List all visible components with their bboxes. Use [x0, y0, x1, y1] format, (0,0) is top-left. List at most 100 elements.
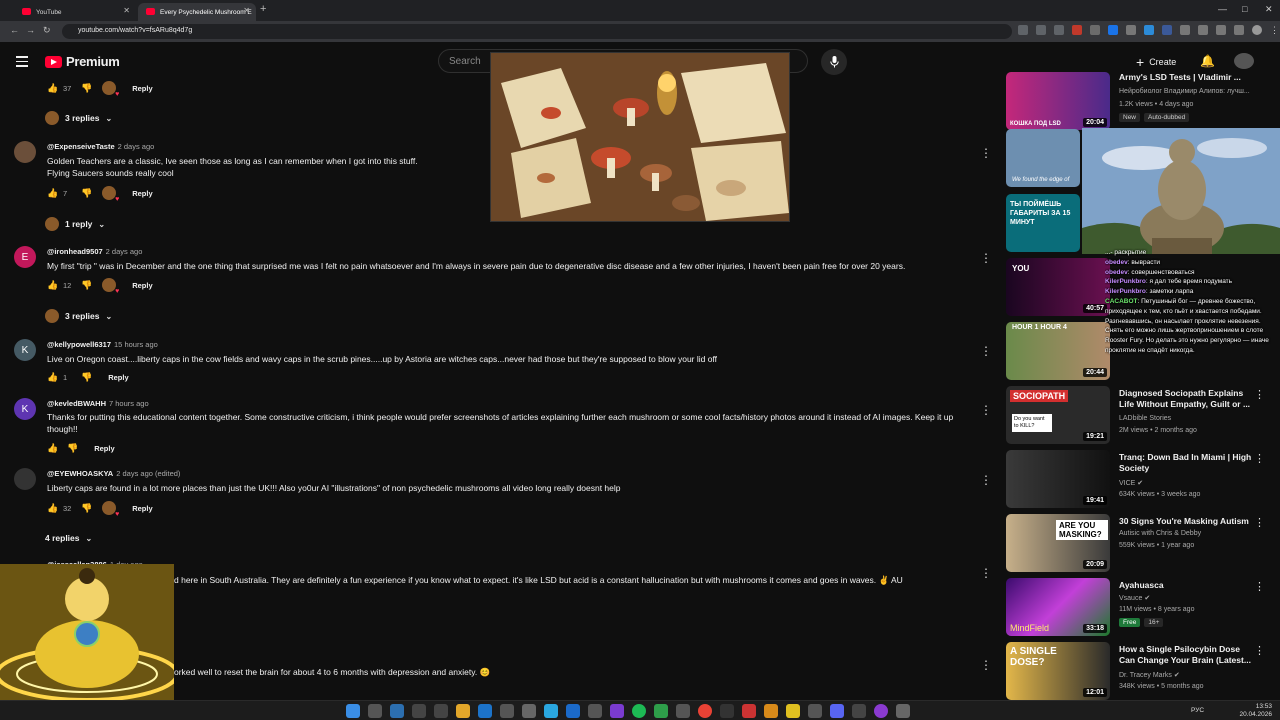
install-icon[interactable]: [1036, 25, 1046, 35]
app-icon[interactable]: [852, 704, 866, 718]
comment-menu-icon[interactable]: ⋮: [980, 251, 992, 265]
video-title[interactable]: Ayahuasca: [1119, 580, 1254, 591]
app-icon[interactable]: [588, 704, 602, 718]
replies-toggle[interactable]: 1 reply ⌄: [45, 216, 105, 232]
channel-name[interactable]: Dr. Tracey Marks ✔: [1119, 671, 1180, 679]
maximize-icon[interactable]: □: [1242, 4, 1247, 14]
close-icon[interactable]: ✕: [243, 6, 250, 15]
app-icon[interactable]: [874, 704, 888, 718]
reply-button[interactable]: Reply: [108, 373, 128, 382]
app-icon[interactable]: [610, 704, 624, 718]
video-thumbnail[interactable]: 19:41: [1006, 450, 1110, 508]
recommended-video[interactable]: КОШКА ПОД LSD 20:04 Army's LSD Tests | V…: [1006, 72, 1276, 130]
settings-gear-icon[interactable]: [896, 704, 910, 718]
clock[interactable]: 13:53 20.04.2026: [1239, 703, 1272, 719]
video-title[interactable]: Tranq: Down Bad In Miami | High Society: [1119, 452, 1254, 474]
language-indicator[interactable]: РУС: [1191, 707, 1204, 714]
recommended-video[interactable]: MindField 33:18 Ayahuasca Vsauce ✔ 11M v…: [1006, 578, 1276, 636]
zoom-icon[interactable]: [1018, 25, 1028, 35]
video-menu-icon[interactable]: ⋮: [1254, 388, 1265, 401]
search-icon[interactable]: [368, 704, 382, 718]
dislike-icon[interactable]: 👎: [81, 188, 92, 199]
comment-author[interactable]: @ironhead9507 2 days ago: [47, 247, 142, 256]
profile-icon[interactable]: [1252, 25, 1262, 35]
app-icon[interactable]: [720, 704, 734, 718]
video-thumbnail[interactable]: We found the edge of: [1006, 129, 1080, 187]
avatar[interactable]: E: [14, 246, 36, 268]
video-thumbnail[interactable]: MindField 33:18: [1006, 578, 1110, 636]
recommended-video[interactable]: 19:41 Tranq: Down Bad In Miami | High So…: [1006, 450, 1276, 508]
reply-button[interactable]: Reply: [132, 84, 152, 93]
extensions-puzzle-icon[interactable]: [1216, 25, 1226, 35]
dislike-icon[interactable]: 👎: [67, 443, 78, 454]
dislike-icon[interactable]: 👎: [81, 83, 92, 94]
channel-name[interactable]: Vsauce ✔: [1119, 594, 1150, 602]
app-icon[interactable]: [522, 704, 536, 718]
spotify-icon[interactable]: [632, 704, 646, 718]
comment-author[interactable]: @kevledBWAHH 7 hours ago: [47, 399, 149, 408]
video-title[interactable]: How a Single Psilocybin Dose Can Change …: [1119, 644, 1254, 666]
app-icon[interactable]: [786, 704, 800, 718]
extension-icon[interactable]: [1108, 25, 1118, 35]
url-field[interactable]: youtube.com/watch?v=fsARu8q4d7g: [62, 24, 1012, 39]
comment-menu-icon[interactable]: ⋮: [980, 473, 992, 487]
youtube-logo[interactable]: Premium: [45, 54, 120, 69]
recommended-video[interactable]: A SINGLE DOSE? 12:01 How a Single Psiloc…: [1006, 642, 1276, 700]
extension-icon[interactable]: [1144, 25, 1154, 35]
comment-author[interactable]: @EYEWHOASKYA 2 days ago (edited): [47, 469, 180, 478]
app-icon[interactable]: [478, 704, 492, 718]
video-thumbnail[interactable]: ARE YOU MASKING? 20:09: [1006, 514, 1110, 572]
channel-name[interactable]: Autisic with Chris & Debby: [1119, 530, 1201, 537]
replies-toggle[interactable]: 3 replies ⌄: [45, 308, 112, 324]
notifications-bell-icon[interactable]: 🔔: [1200, 54, 1215, 68]
app-icon[interactable]: [808, 704, 822, 718]
video-thumbnail[interactable]: КОШКА ПОД LSD 20:04: [1006, 72, 1110, 130]
like-icon[interactable]: 👍: [47, 443, 58, 453]
app-icon[interactable]: [764, 704, 778, 718]
video-menu-icon[interactable]: ⋮: [1254, 580, 1265, 593]
telegram-icon[interactable]: [544, 704, 558, 718]
video-menu-icon[interactable]: ⋮: [1254, 644, 1265, 657]
video-title[interactable]: 30 Signs You're Masking Autism: [1119, 516, 1254, 527]
channel-name[interactable]: Нейробиолог Владимир Алипов: лучш...: [1119, 88, 1250, 95]
video-thumbnail[interactable]: A SINGLE DOSE? 12:01: [1006, 642, 1110, 700]
video-menu-icon[interactable]: ⋮: [1254, 452, 1265, 465]
channel-name[interactable]: VICE ✔: [1119, 479, 1143, 487]
close-window-icon[interactable]: ✕: [1265, 4, 1273, 15]
like-icon[interactable]: 👍: [47, 188, 58, 198]
replies-toggle[interactable]: 3 replies ⌄: [45, 110, 112, 126]
menu-kebab-icon[interactable]: ⋮: [1270, 25, 1280, 35]
reload-icon[interactable]: ↻: [43, 25, 51, 36]
back-icon[interactable]: ←: [10, 25, 19, 35]
avatar[interactable]: [14, 141, 36, 163]
video-menu-icon[interactable]: ⋮: [1254, 516, 1265, 529]
reply-button[interactable]: Reply: [94, 444, 114, 453]
like-icon[interactable]: 👍: [47, 503, 58, 513]
comment-menu-icon[interactable]: ⋮: [980, 344, 992, 358]
video-thumbnail[interactable]: ТЫ ПОЙМЁШЬ ГАБАРИТЫ ЗА 15 МИНУТ: [1006, 194, 1080, 252]
video-thumbnail[interactable]: YOU 40:57: [1006, 258, 1110, 316]
extension-icon[interactable]: [1126, 25, 1136, 35]
app-icon[interactable]: [742, 704, 756, 718]
comment-author[interactable]: @ExpenseiveTaste 2 days ago: [47, 142, 154, 151]
video-thumbnail[interactable]: SOCIOPATH Do you want to KILL? 19:21: [1006, 386, 1110, 444]
discord-icon[interactable]: [830, 704, 844, 718]
close-icon[interactable]: ✕: [123, 6, 130, 15]
app-icon[interactable]: [654, 704, 668, 718]
video-title[interactable]: Diagnosed Sociopath Explains Life Withou…: [1119, 388, 1254, 410]
minimize-icon[interactable]: —: [1218, 4, 1227, 14]
dislike-icon[interactable]: 👎: [81, 280, 92, 291]
extension-icon[interactable]: [1162, 25, 1172, 35]
extension-icon[interactable]: [1198, 25, 1208, 35]
extension-icon[interactable]: [1072, 25, 1082, 35]
video-thumbnail[interactable]: HOUR 1 HOUR 4 20:44: [1006, 322, 1110, 380]
steam-icon[interactable]: [566, 704, 580, 718]
comment-menu-icon[interactable]: ⋮: [980, 658, 992, 672]
comment-author[interactable]: @kellypowell6317 15 hours ago: [47, 340, 158, 349]
app-icon[interactable]: [434, 704, 448, 718]
comment-menu-icon[interactable]: ⋮: [980, 146, 992, 160]
channel-name[interactable]: LADbible Stories: [1119, 415, 1171, 422]
new-tab-icon[interactable]: +: [260, 3, 266, 15]
like-icon[interactable]: 👍: [47, 83, 58, 93]
reply-button[interactable]: Reply: [132, 281, 152, 290]
